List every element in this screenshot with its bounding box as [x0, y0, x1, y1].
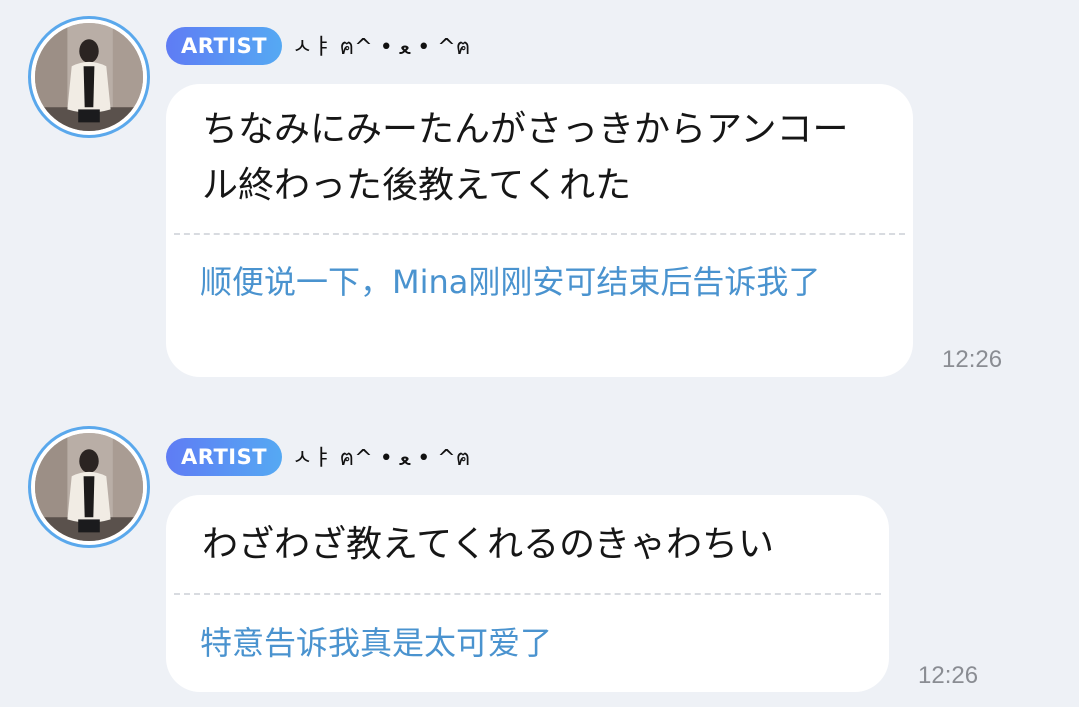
artist-badge: ARTIST: [166, 438, 283, 476]
translation-text: 顺便说一下，Mina刚刚安可结束后告诉我了: [200, 263, 821, 301]
translation-text: 特意告诉我真是太可爱了: [200, 624, 553, 662]
message-bubble[interactable]: ちなみにみーたんがさっきからアンコール終わった後教えてくれた 顺便说一下，Min…: [166, 84, 913, 377]
avatar[interactable]: [28, 16, 150, 138]
timestamp: 12:26: [942, 346, 1003, 373]
original-text: ちなみにみーたんがさっきからアンコール終わった後教えてくれた: [202, 109, 849, 206]
sender-name: ㅅㅑ ฅ^ • ﻌ • ^ฅ: [292, 445, 471, 471]
divider: [174, 233, 905, 235]
avatar[interactable]: [28, 426, 150, 548]
sender-name: ㅅㅑ ฅ^ • ﻌ • ^ฅ: [292, 34, 471, 60]
original-text: わざわざ教えてくれるのきゃわちい: [202, 524, 775, 565]
divider: [174, 593, 881, 595]
avatar-photo: [35, 433, 143, 541]
message-bubble[interactable]: わざわざ教えてくれるのきゃわちい 特意告诉我真是太可爱了: [166, 495, 889, 692]
timestamp: 12:26: [918, 662, 979, 689]
sender-row: ARTIST ㅅㅑ ฅ^ • ﻌ • ^ฅ: [166, 26, 470, 66]
sender-row: ARTIST ㅅㅑ ฅ^ • ﻌ • ^ฅ: [166, 437, 470, 477]
artist-badge: ARTIST: [166, 27, 283, 65]
avatar-photo: [35, 23, 143, 131]
